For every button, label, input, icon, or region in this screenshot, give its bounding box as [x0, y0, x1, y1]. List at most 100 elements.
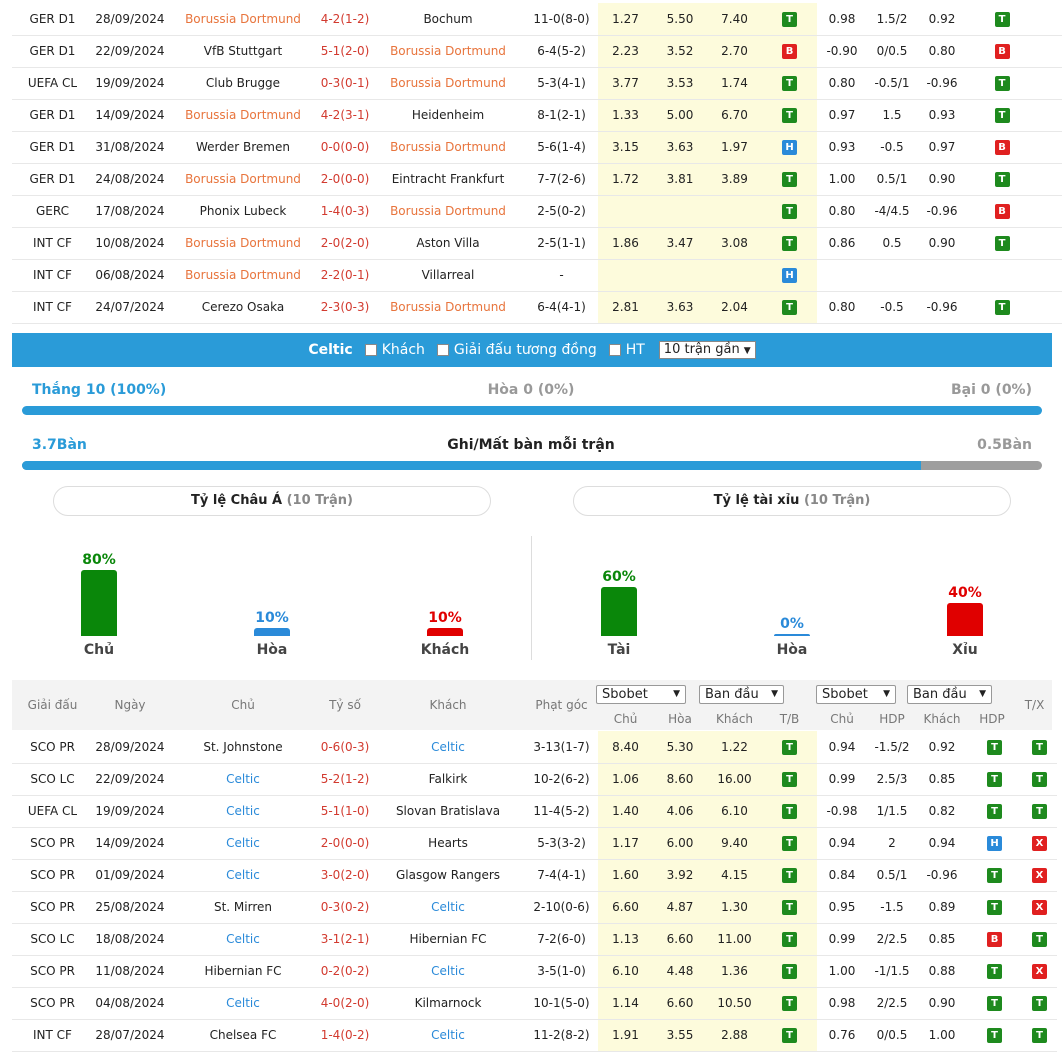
home-team-cell[interactable]: Chelsea FC: [167, 1019, 319, 1052]
away-team-cell[interactable]: Borussia Dortmund: [371, 291, 525, 324]
away-checkbox[interactable]: [364, 344, 377, 356]
home-team-cell[interactable]: Celtic: [167, 827, 319, 860]
home-team-cell[interactable]: Werder Bremen: [167, 131, 319, 164]
away-team-cell[interactable]: Glasgow Rangers: [371, 859, 525, 892]
hdp-line-cell: 0/0.5: [867, 1019, 917, 1052]
away-team-cell-text: Heidenheim: [411, 108, 485, 122]
league-cell: SCO PR: [12, 827, 93, 860]
stats-divider: [531, 536, 532, 660]
home-team-cell[interactable]: Cerezo Osaka: [167, 291, 319, 324]
table-row[interactable]: UEFA CL 19/09/2024 Celtic 5-1(1-0) Slovan Br…: [12, 795, 1057, 828]
hdp-away-cell: 0.92: [917, 3, 967, 36]
away-team-cell[interactable]: Bochum: [371, 3, 525, 36]
result-badge: T: [987, 996, 1002, 1011]
away-team-cell[interactable]: Celtic: [371, 955, 525, 988]
same-league-checkbox[interactable]: [436, 344, 449, 356]
table-row[interactable]: INT CF 24/07/2024 Cerezo Osaka 2-3(0-3) Boru…: [12, 291, 1062, 324]
league-cell: GER D1: [12, 99, 93, 132]
away-team-cell[interactable]: Slovan Bratislava: [371, 795, 525, 828]
home-team-cell[interactable]: Celtic: [167, 859, 319, 892]
league-cell: INT CF: [12, 259, 93, 292]
hdp-home-cell-text: 0.97: [828, 108, 856, 122]
away-team-cell[interactable]: Borussia Dortmund: [371, 131, 525, 164]
table-row[interactable]: INT CF 06/08/2024 Borussia Dortmund 2-2(0-1…: [12, 259, 1062, 292]
stat-percent: 60%: [602, 568, 636, 585]
date-cell-text: 14/09/2024: [95, 836, 165, 850]
table-row[interactable]: SCO PR 11/08/2024 Hibernian FC 0-2(0-2) Celt…: [12, 955, 1057, 988]
home-team-cell[interactable]: Borussia Dortmund: [167, 3, 319, 36]
hdp-result-cell: B: [967, 131, 1037, 164]
date-cell-text: 17/08/2024: [95, 204, 165, 218]
table-row[interactable]: GER D1 14/09/2024 Borussia Dortmund 4-2(3-1…: [12, 99, 1062, 132]
away-team-cell[interactable]: Kilmarnock: [371, 987, 525, 1020]
hdp-home-cell: 0.99: [817, 923, 867, 956]
table-row[interactable]: SCO PR 25/08/2024 St. Mirren 0-3(0-2) Celtic…: [12, 891, 1057, 924]
table-row[interactable]: SCO LC 22/09/2024 Celtic 5-2(1-2) Falkirk 10-…: [12, 763, 1057, 796]
bookmaker-select-2[interactable]: Sbobet ▼: [816, 685, 896, 704]
away-team-cell[interactable]: Borussia Dortmund: [371, 67, 525, 100]
table-row[interactable]: INT CF 28/07/2024 Chelsea FC 1-4(0-2) Celtic…: [12, 1019, 1057, 1052]
table-row[interactable]: SCO PR 14/09/2024 Celtic 2-0(0-0) Hearts 5-3(…: [12, 827, 1057, 860]
home-team-cell[interactable]: Borussia Dortmund: [167, 227, 319, 260]
bookmaker-select-1[interactable]: Sbobet ▼: [596, 685, 686, 704]
home-team-cell[interactable]: Celtic: [167, 763, 319, 796]
away-team-cell[interactable]: Celtic: [371, 1019, 525, 1052]
odds-type-select-2[interactable]: Ban đầu ▼: [907, 685, 992, 704]
away-team-cell[interactable]: Celtic: [371, 731, 525, 764]
odds-type-select-1[interactable]: Ban đầu ▼: [699, 685, 784, 704]
table-row[interactable]: GERC 17/08/2024 Phonix Lubeck 1-4(0-3) Borus…: [12, 195, 1062, 228]
home-team-cell[interactable]: Club Brugge: [167, 67, 319, 100]
table-row[interactable]: INT CF 10/08/2024 Borussia Dortmund 2-0(2-0…: [12, 227, 1062, 260]
table-row[interactable]: GER D1 31/08/2024 Werder Bremen 0-0(0-0) Bor…: [12, 131, 1062, 164]
away-team-cell[interactable]: Falkirk: [371, 763, 525, 796]
table-row[interactable]: SCO PR 28/09/2024 St. Johnstone 0-6(0-3) Cel…: [12, 731, 1057, 764]
hdp-line-cell-text: 0.5/1: [876, 868, 908, 882]
date-cell: 01/09/2024: [93, 859, 167, 892]
table-row[interactable]: GER D1 22/09/2024 VfB Stuttgart 5-1(2-0) Bor…: [12, 35, 1062, 68]
result-badge: T: [782, 172, 797, 187]
result-badge: T: [782, 772, 797, 787]
league-cell-text: SCO PR: [30, 739, 75, 754]
table-row[interactable]: UEFA CL 19/09/2024 Club Brugge 0-3(0-1) Boru…: [12, 67, 1062, 100]
score-cell-text: 1-4(0-3): [320, 204, 370, 218]
away-team-cell[interactable]: Hearts: [371, 827, 525, 860]
hdp-home-cell: 0.95: [817, 891, 867, 924]
table-row[interactable]: SCO PR 04/08/2024 Celtic 4-0(2-0) Kilmarnock…: [12, 987, 1057, 1020]
corner-cell: 6-4(4-1): [525, 291, 598, 324]
home-team-cell[interactable]: Borussia Dortmund: [167, 163, 319, 196]
ht-checkbox[interactable]: [608, 344, 621, 356]
table-row[interactable]: GER D1 28/09/2024 Borussia Dortmund 4-2(1-2…: [12, 3, 1062, 36]
home-team-cell[interactable]: Borussia Dortmund: [167, 259, 319, 292]
table-row[interactable]: SCO LC 18/08/2024 Celtic 3-1(2-1) Hibernian …: [12, 923, 1057, 956]
table-row[interactable]: GER D1 24/08/2024 Borussia Dortmund 2-0(0-0…: [12, 163, 1062, 196]
away-team-cell[interactable]: Aston Villa: [371, 227, 525, 260]
match-count-select[interactable]: 10 trận gần ▼: [658, 341, 756, 359]
table-row[interactable]: SCO PR 01/09/2024 Celtic 3-0(2-0) Glasgow Ra…: [12, 859, 1057, 892]
hdp-home-cell-text: 0.98: [828, 996, 856, 1010]
odds-away-cell: 16.00: [707, 763, 762, 796]
home-team-cell[interactable]: Borussia Dortmund: [167, 99, 319, 132]
away-team-cell[interactable]: Heidenheim: [371, 99, 525, 132]
home-team-cell[interactable]: Hibernian FC: [167, 955, 319, 988]
odds-draw-cell-text: 5.00: [666, 108, 694, 122]
hdp-home-cell: 0.98: [817, 3, 867, 36]
date-cell: 04/08/2024: [93, 987, 167, 1020]
away-team-cell[interactable]: Hibernian FC: [371, 923, 525, 956]
away-team-cell[interactable]: Villarreal: [371, 259, 525, 292]
home-team-cell[interactable]: Phonix Lubeck: [167, 195, 319, 228]
league-cell-text: INT CF: [33, 268, 72, 282]
away-team-cell[interactable]: Borussia Dortmund: [371, 35, 525, 68]
home-team-cell[interactable]: VfB Stuttgart: [167, 35, 319, 68]
home-team-cell-text: Celtic: [226, 836, 260, 850]
odds-away-cell-text: 16.00: [717, 772, 752, 786]
away-team-cell[interactable]: Eintracht Frankfurt: [371, 163, 525, 196]
date-cell: 24/07/2024: [93, 291, 167, 324]
away-team-cell[interactable]: Borussia Dortmund: [371, 195, 525, 228]
home-team-cell[interactable]: St. Johnstone: [167, 731, 319, 764]
hdp-home-cell: 0.94: [817, 827, 867, 860]
home-team-cell[interactable]: Celtic: [167, 923, 319, 956]
home-team-cell[interactable]: Celtic: [167, 795, 319, 828]
home-team-cell[interactable]: St. Mirren: [167, 891, 319, 924]
home-team-cell[interactable]: Celtic: [167, 987, 319, 1020]
away-team-cell[interactable]: Celtic: [371, 891, 525, 924]
